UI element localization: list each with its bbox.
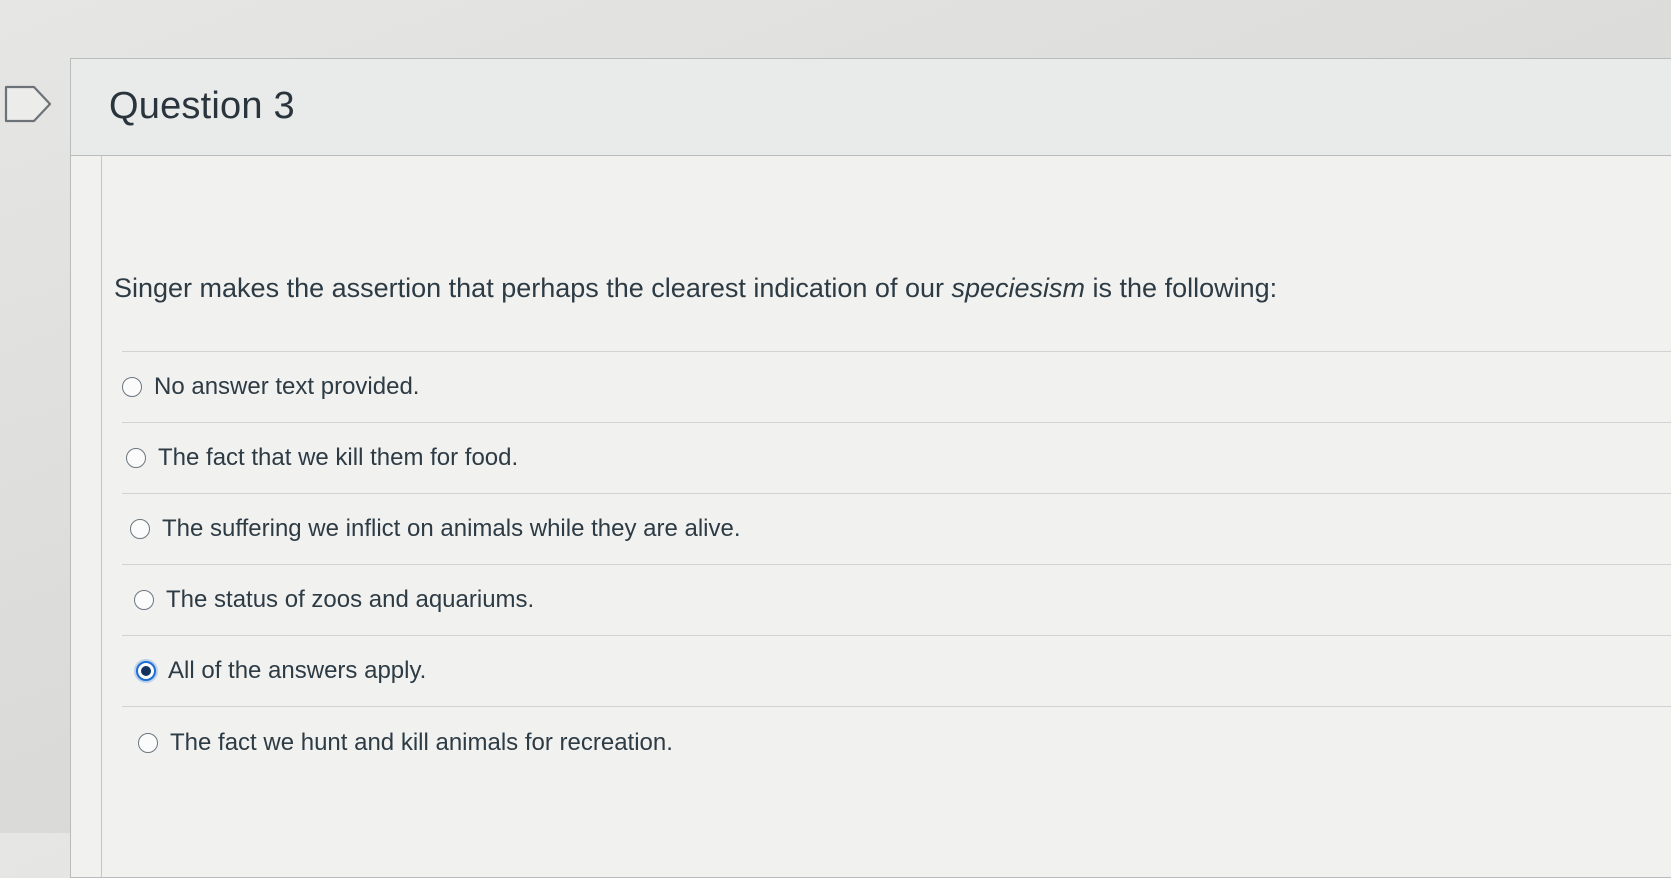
answer-label: The suffering we inflict on animals whil… <box>162 515 741 542</box>
answer-option[interactable]: The fact we hunt and kill animals for re… <box>122 707 1671 778</box>
question-title: Question 3 <box>109 85 295 127</box>
answer-label: The status of zoos and aquariums. <box>166 586 535 613</box>
answer-option[interactable]: No answer text provided. <box>122 352 1671 423</box>
answer-label: The fact we hunt and kill animals for re… <box>170 728 673 756</box>
question-text-before: Singer makes the assertion that perhaps … <box>114 273 952 303</box>
answer-option[interactable]: The status of zoos and aquariums. <box>122 565 1671 636</box>
radio-button[interactable] <box>138 732 158 753</box>
answer-option[interactable]: All of the answers apply. <box>122 636 1671 707</box>
question-text-after: is the following: <box>1085 273 1278 303</box>
question-card: Question 3 Singer makes the assertion th… <box>70 58 1671 878</box>
question-text: Singer makes the assertion that perhaps … <box>114 273 1277 304</box>
question-header: Question 3 <box>71 59 1671 156</box>
radio-button[interactable] <box>134 590 154 610</box>
question-body: Singer makes the assertion that perhaps … <box>101 155 1671 877</box>
flag-question-icon[interactable] <box>0 84 58 124</box>
radio-button-selected[interactable] <box>136 661 156 681</box>
answer-label: No answer text provided. <box>154 373 420 400</box>
answer-option[interactable]: The suffering we inflict on animals whil… <box>122 494 1671 565</box>
answer-label: The fact that we kill them for food. <box>158 444 519 471</box>
answer-option[interactable]: The fact that we kill them for food. <box>122 423 1671 494</box>
radio-button[interactable] <box>130 519 150 539</box>
radio-button[interactable] <box>122 377 142 397</box>
answer-label: All of the answers apply. <box>168 657 427 684</box>
answer-list: No answer text provided. The fact that w… <box>122 351 1671 778</box>
radio-button[interactable] <box>126 448 146 468</box>
question-text-emphasis: speciesism <box>951 273 1086 303</box>
